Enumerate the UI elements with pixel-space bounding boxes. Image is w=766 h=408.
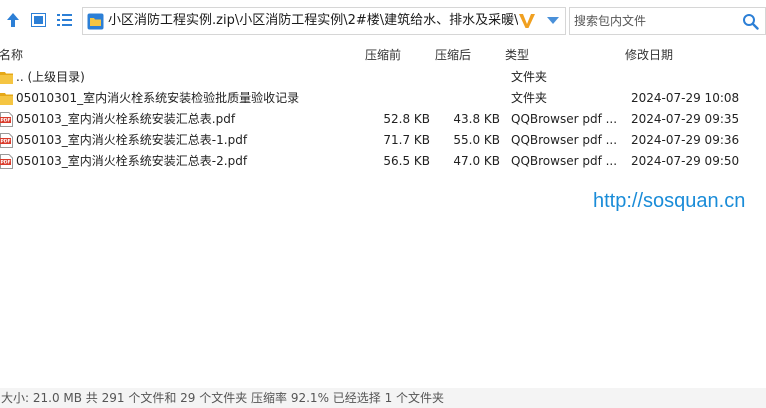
file-name: 05010301_室内消火栓系统安装检验批质量验收记录	[16, 91, 300, 105]
modified-date	[631, 67, 761, 88]
file-name: 050103_室内消火栓系统安装汇总表-2.pdf	[16, 154, 248, 168]
search-input[interactable]	[574, 8, 734, 34]
thumbnail-view-icon	[30, 13, 46, 27]
size-after	[430, 67, 500, 88]
list-item[interactable]: PDF 050103_室内消火栓系统安装汇总表.pdf 52.8 KB 43.8…	[0, 109, 766, 130]
thumbnail-view-button[interactable]	[28, 9, 48, 31]
file-name: 050103_室内消火栓系统安装汇总表-1.pdf	[16, 133, 248, 147]
v-badge-icon[interactable]	[517, 11, 537, 31]
search-box	[569, 7, 766, 35]
file-type: 文件夹	[511, 91, 548, 105]
address-bar[interactable]: 小区消防工程实例.zip\小区消防工程实例\2#楼\建筑给水、排水及采暖\室内给	[82, 7, 566, 35]
watermark-link: http://sosquan.cn	[593, 190, 746, 212]
size-after	[430, 88, 500, 109]
folder-icon	[0, 72, 13, 84]
svg-text:PDF: PDF	[0, 118, 10, 124]
arrow-up-icon	[7, 13, 19, 27]
search-icon[interactable]	[742, 13, 759, 30]
file-list: .. (上级目录) 文件夹 05010301_室内消火栓系统安装检验批质量验收记…	[0, 67, 766, 172]
chevron-down-icon	[547, 17, 559, 24]
column-size-before[interactable]: 压缩前	[365, 44, 401, 66]
file-type: 文件夹	[511, 70, 548, 84]
file-type: QQBrowser pdf ...	[511, 133, 618, 147]
file-type: QQBrowser pdf ...	[511, 154, 618, 168]
size-before	[360, 67, 430, 88]
column-modified[interactable]: 修改日期	[625, 44, 673, 66]
size-before	[360, 88, 430, 109]
size-after: 55.0 KB	[453, 133, 500, 147]
size-after: 47.0 KB	[453, 154, 500, 168]
file-type: QQBrowser pdf ...	[511, 112, 618, 126]
up-button[interactable]	[3, 9, 23, 31]
column-header: 名称 压缩前 压缩后 类型 修改日期	[0, 44, 766, 66]
svg-text:PDF: PDF	[0, 160, 10, 166]
list-item[interactable]: 05010301_室内消火栓系统安装检验批质量验收记录 文件夹 2024-07-…	[0, 88, 766, 109]
modified-date: 2024-07-29 09:36	[631, 133, 740, 147]
pdf-icon: PDF	[0, 154, 13, 169]
list-view-icon	[56, 14, 72, 26]
list-item[interactable]: PDF 050103_室内消火栓系统安装汇总表-2.pdf 56.5 KB 47…	[0, 151, 766, 172]
address-dropdown-button[interactable]	[543, 12, 563, 30]
file-name: .. (上级目录)	[16, 70, 85, 84]
file-name: 050103_室内消火栓系统安装汇总表.pdf	[16, 112, 236, 126]
svg-text:PDF: PDF	[0, 139, 10, 145]
size-before: 52.8 KB	[383, 112, 430, 126]
folder-icon	[0, 93, 13, 105]
size-after: 43.8 KB	[453, 112, 500, 126]
modified-date: 2024-07-29 09:50	[631, 154, 740, 168]
list-view-button[interactable]	[54, 9, 74, 31]
toolbar: 小区消防工程实例.zip\小区消防工程实例\2#楼\建筑给水、排水及采暖\室内给	[0, 0, 766, 42]
folder-icon	[87, 13, 104, 30]
status-bar: 大小: 21.0 MB 共 291 个文件和 29 个文件夹 压缩率 92.1%…	[0, 388, 766, 408]
column-type[interactable]: 类型	[505, 44, 529, 66]
size-before: 71.7 KB	[383, 133, 430, 147]
list-item[interactable]: PDF 050103_室内消火栓系统安装汇总表-1.pdf 71.7 KB 55…	[0, 130, 766, 151]
modified-date: 2024-07-29 09:35	[631, 112, 740, 126]
column-name[interactable]: 名称	[0, 44, 23, 66]
size-before: 56.5 KB	[383, 154, 430, 168]
pdf-icon: PDF	[0, 133, 13, 148]
pdf-icon: PDF	[0, 112, 13, 127]
address-path[interactable]: 小区消防工程实例.zip\小区消防工程实例\2#楼\建筑给水、排水及采暖\室内给	[108, 8, 518, 34]
modified-date: 2024-07-29 10:08	[631, 91, 740, 105]
column-size-after[interactable]: 压缩后	[435, 44, 471, 66]
list-item[interactable]: .. (上级目录) 文件夹	[0, 67, 766, 88]
